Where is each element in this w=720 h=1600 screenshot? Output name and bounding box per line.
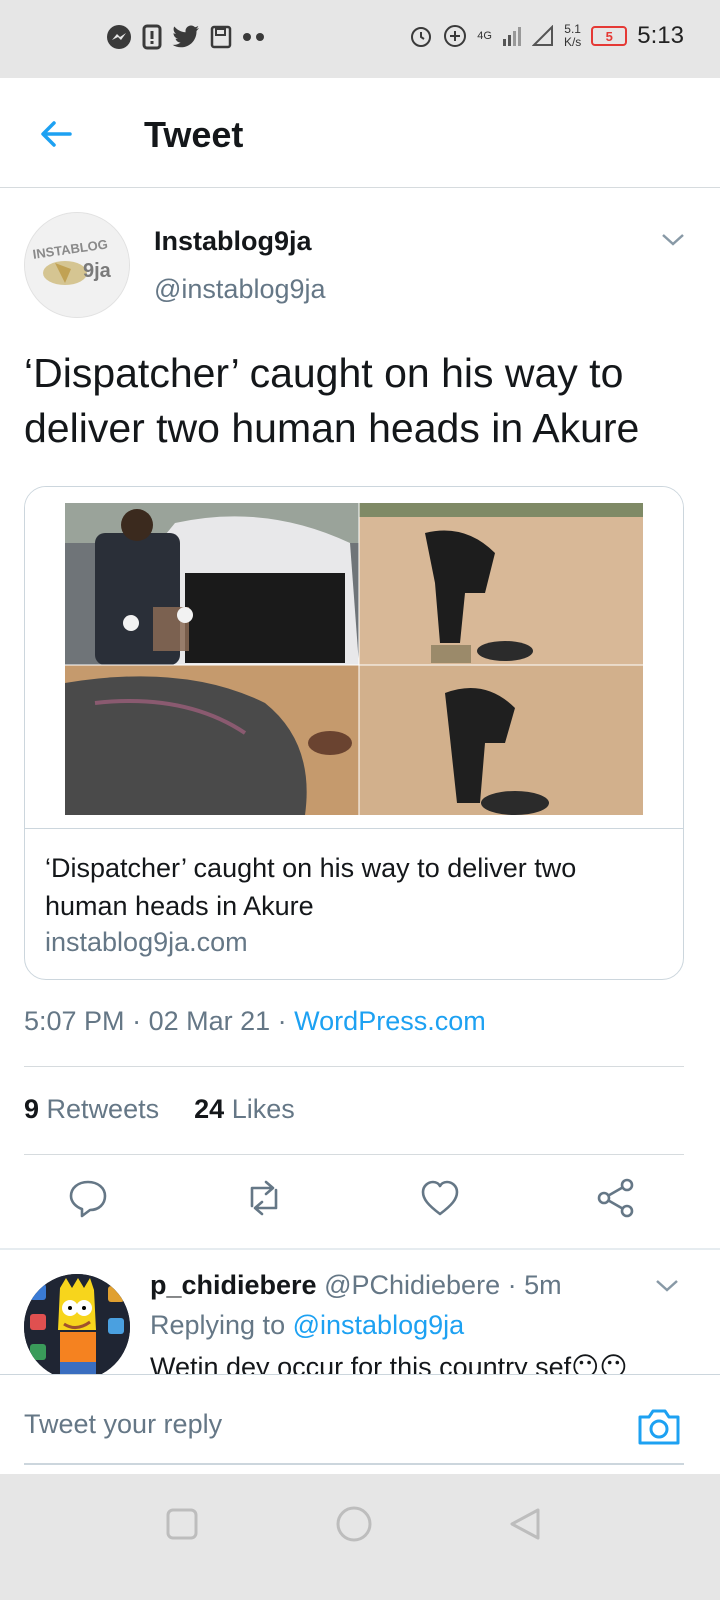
meta-separator: · bbox=[132, 1006, 149, 1036]
author-avatar[interactable]: INSTABLOG 9ja bbox=[24, 212, 130, 318]
reply-age: 5m bbox=[524, 1270, 562, 1300]
back-icon[interactable] bbox=[504, 1502, 548, 1546]
reply-icon[interactable] bbox=[66, 1176, 110, 1220]
data-saver-icon bbox=[444, 25, 467, 47]
retweets-stat[interactable]: 9 Retweets bbox=[24, 1094, 159, 1124]
tweet-actions bbox=[0, 1176, 720, 1232]
author-handle[interactable]: @instablog9ja bbox=[154, 274, 326, 305]
network-type: 4G bbox=[477, 30, 492, 42]
tweet-date: 02 Mar 21 bbox=[148, 1006, 271, 1036]
system-nav-bar bbox=[0, 1474, 720, 1600]
status-bar: 4G 5.1 K/s 5 5:13 bbox=[0, 0, 720, 78]
section-divider bbox=[0, 1248, 720, 1250]
like-heart-icon[interactable] bbox=[418, 1176, 462, 1220]
input-underline bbox=[24, 1463, 684, 1465]
reply-input[interactable]: Tweet your reply bbox=[24, 1409, 222, 1440]
tweet-stats: 9 Retweets 24 Likes bbox=[24, 1094, 295, 1125]
status-time: 5:13 bbox=[637, 22, 684, 49]
divider bbox=[24, 1154, 684, 1155]
twitter-bird-icon bbox=[172, 25, 199, 48]
tweet-text: ‘Dispatcher’ caught on his way to delive… bbox=[24, 350, 640, 451]
chevron-down-icon[interactable] bbox=[654, 1276, 680, 1296]
back-arrow-icon[interactable] bbox=[36, 114, 76, 154]
more-dots-icon bbox=[243, 33, 264, 41]
svg-text:9ja: 9ja bbox=[83, 260, 112, 282]
reply-author-name[interactable]: p_chidiebere bbox=[150, 1270, 317, 1300]
wifi-signal-icon bbox=[531, 25, 553, 46]
status-right-icons: 4G 5.1 K/s 5 5:13 bbox=[409, 22, 684, 50]
likes-stat[interactable]: 24 Likes bbox=[194, 1094, 295, 1124]
replying-to-mention[interactable]: @instablog9ja bbox=[293, 1310, 465, 1340]
reply-avatar[interactable] bbox=[24, 1274, 130, 1380]
divider bbox=[24, 1066, 684, 1067]
card-image bbox=[25, 487, 683, 829]
card-domain: instablog9ja.com bbox=[45, 927, 248, 957]
compose-bar: Tweet your reply bbox=[0, 1374, 720, 1474]
save-icon bbox=[210, 25, 232, 49]
meta-separator: · bbox=[277, 1006, 295, 1036]
page-title: Tweet bbox=[144, 114, 244, 155]
reply-author-handle[interactable]: @PChidiebere bbox=[324, 1270, 500, 1300]
share-icon[interactable] bbox=[594, 1176, 638, 1220]
signal-icon bbox=[502, 27, 521, 46]
camera-icon[interactable] bbox=[636, 1405, 682, 1447]
retweet-icon[interactable] bbox=[242, 1176, 286, 1220]
home-icon[interactable] bbox=[332, 1502, 376, 1546]
replying-to: Replying to @instablog9ja bbox=[150, 1310, 465, 1340]
tweet-time: 5:07 PM bbox=[24, 1006, 125, 1036]
reply-header: p_chidiebere @PChidiebere · 5m bbox=[150, 1270, 562, 1301]
messenger-icon bbox=[107, 25, 131, 49]
meta-separator: · bbox=[507, 1270, 525, 1300]
battery-indicator: 5 bbox=[591, 26, 628, 46]
recents-icon[interactable] bbox=[160, 1502, 204, 1546]
author-name[interactable]: Instablog9ja bbox=[154, 226, 312, 257]
chevron-down-icon[interactable] bbox=[660, 230, 686, 250]
tweet-source-link[interactable]: WordPress.com bbox=[294, 1006, 486, 1036]
tweet-meta: 5:07 PM · 02 Mar 21 · WordPress.com bbox=[24, 1006, 486, 1037]
network-speed: 5.1 K/s bbox=[563, 22, 582, 49]
bart-avatar-icon bbox=[24, 1274, 130, 1380]
link-card[interactable]: ‘Dispatcher’ caught on his way to delive… bbox=[24, 486, 684, 980]
notification-icon bbox=[142, 24, 162, 50]
reply-text: Wetin dey occur for this country sef😶😶 bbox=[150, 1352, 628, 1376]
news-photo-collage bbox=[65, 503, 643, 815]
status-left-icons bbox=[106, 24, 266, 50]
alarm-icon bbox=[411, 27, 432, 47]
app-header: Tweet bbox=[0, 78, 720, 188]
instablog-logo-icon: INSTABLOG 9ja bbox=[25, 213, 129, 317]
card-title: ‘Dispatcher’ caught on his way to delive… bbox=[45, 853, 577, 921]
